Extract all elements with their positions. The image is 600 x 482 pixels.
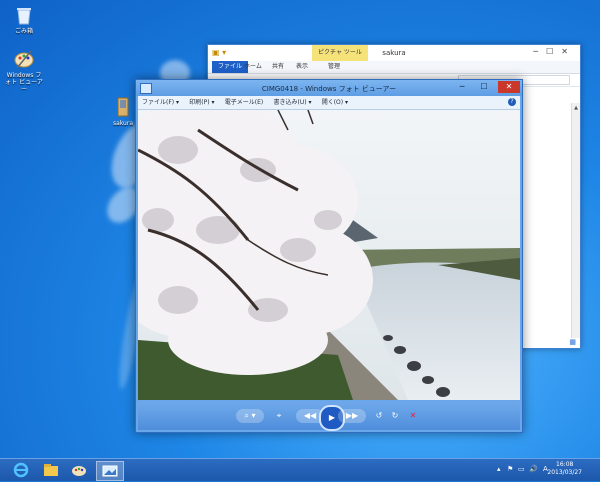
desktop-icon-photo-viewer[interactable]: Windows フォト ビューアー bbox=[4, 48, 44, 93]
menu-open[interactable]: 開く(O) ▾ bbox=[318, 96, 352, 109]
menu-file[interactable]: ファイル(F) ▾ bbox=[138, 96, 183, 109]
view-toggle-icon[interactable]: ▦ bbox=[569, 338, 576, 346]
viewer-menubar: ファイル(F) ▾ 印刷(P) ▾ 電子メール(E) 書き込み(U) ▾ 開く(… bbox=[138, 96, 520, 110]
show-hidden-icons[interactable]: ▴ bbox=[497, 465, 501, 473]
scroll-up-icon[interactable]: ▲ bbox=[573, 105, 579, 111]
viewer-titlebar[interactable]: CIMG0418 - Windows フォト ビューアー ─ ☐ ✕ bbox=[136, 80, 522, 96]
explorer-window-controls[interactable]: ─☐✕ bbox=[533, 47, 576, 56]
internet-explorer-icon bbox=[13, 462, 29, 478]
paint-palette-icon bbox=[13, 48, 35, 70]
viewer-toolbar: ⌕ ▾ ⌖ ◀◀ ▶ ▶▶ ↺ ↻ ✕ bbox=[138, 402, 520, 431]
rotate-clockwise-button[interactable]: ↻ bbox=[388, 409, 402, 423]
maximize-button[interactable]: ☐ bbox=[474, 81, 494, 93]
paint-icon bbox=[72, 466, 86, 476]
recycle-bin-icon bbox=[13, 4, 35, 26]
minimize-button[interactable]: ─ bbox=[452, 81, 472, 93]
taskbar: ▴ ⚑ ▭ 🔊 A 16:08 2013/03/27 bbox=[0, 458, 600, 481]
fit-to-window-button[interactable]: ⌖ bbox=[272, 409, 286, 423]
file-explorer-icon bbox=[44, 464, 58, 476]
tab-home[interactable]: ホーム bbox=[244, 61, 262, 73]
taskbar-paint[interactable] bbox=[66, 461, 92, 479]
explorer-scrollbar[interactable] bbox=[571, 103, 580, 338]
taskbar-file-explorer[interactable] bbox=[38, 461, 64, 479]
network-icon[interactable]: ▭ bbox=[518, 465, 525, 473]
taskbar-photo-viewer[interactable] bbox=[96, 461, 124, 481]
explorer-title: sakura bbox=[382, 49, 406, 57]
clock-date: 2013/03/27 bbox=[547, 469, 582, 476]
photo-viewer-window[interactable]: CIMG0418 - Windows フォト ビューアー ─ ☐ ✕ ファイル(… bbox=[135, 79, 523, 433]
next-button[interactable]: ▶▶ bbox=[338, 409, 366, 423]
tab-view[interactable]: 表示 bbox=[296, 61, 308, 73]
menu-burn[interactable]: 書き込み(U) ▾ bbox=[269, 96, 315, 109]
clock[interactable]: 16:08 2013/03/27 bbox=[547, 461, 582, 477]
close-button[interactable]: ✕ bbox=[498, 81, 520, 93]
explorer-titlebar[interactable]: ▣ ▾ ピクチャ ツール sakura ─☐✕ bbox=[208, 45, 580, 61]
rotate-counterclockwise-button[interactable]: ↺ bbox=[372, 409, 386, 423]
desktop-icon-recycle-bin[interactable]: ごみ箱 bbox=[4, 4, 44, 35]
menu-email[interactable]: 電子メール(E) bbox=[221, 96, 267, 109]
tab-share[interactable]: 共有 bbox=[272, 61, 284, 73]
volume-icon[interactable]: 🔊 bbox=[529, 465, 538, 473]
desktop: ごみ箱 Windows フォト ビューアー sakura ▣ ▾ ピクチャ ツー… bbox=[0, 0, 600, 458]
tab-manage[interactable]: 管理 bbox=[328, 61, 340, 73]
desktop-icon-label: Windows フォト ビューアー bbox=[5, 72, 43, 93]
folder-icon bbox=[112, 96, 134, 118]
desktop-icon-label: ごみ箱 bbox=[14, 28, 33, 35]
action-center-flag-icon[interactable]: ⚑ bbox=[507, 465, 513, 473]
taskbar-internet-explorer[interactable] bbox=[8, 461, 34, 479]
delete-button[interactable]: ✕ bbox=[406, 409, 420, 423]
tab-file[interactable]: ファイル bbox=[212, 61, 249, 73]
clock-time: 16:08 bbox=[556, 461, 574, 468]
photo-viewer-icon bbox=[102, 465, 118, 477]
cherry-blossom-photo bbox=[138, 110, 520, 400]
help-icon[interactable]: ? bbox=[508, 98, 516, 106]
zoom-button[interactable]: ⌕ ▾ bbox=[236, 409, 264, 423]
ribbon-tabs: ファイル ホーム 共有 表示 管理 bbox=[208, 61, 580, 74]
menu-print[interactable]: 印刷(P) ▾ bbox=[185, 96, 218, 109]
